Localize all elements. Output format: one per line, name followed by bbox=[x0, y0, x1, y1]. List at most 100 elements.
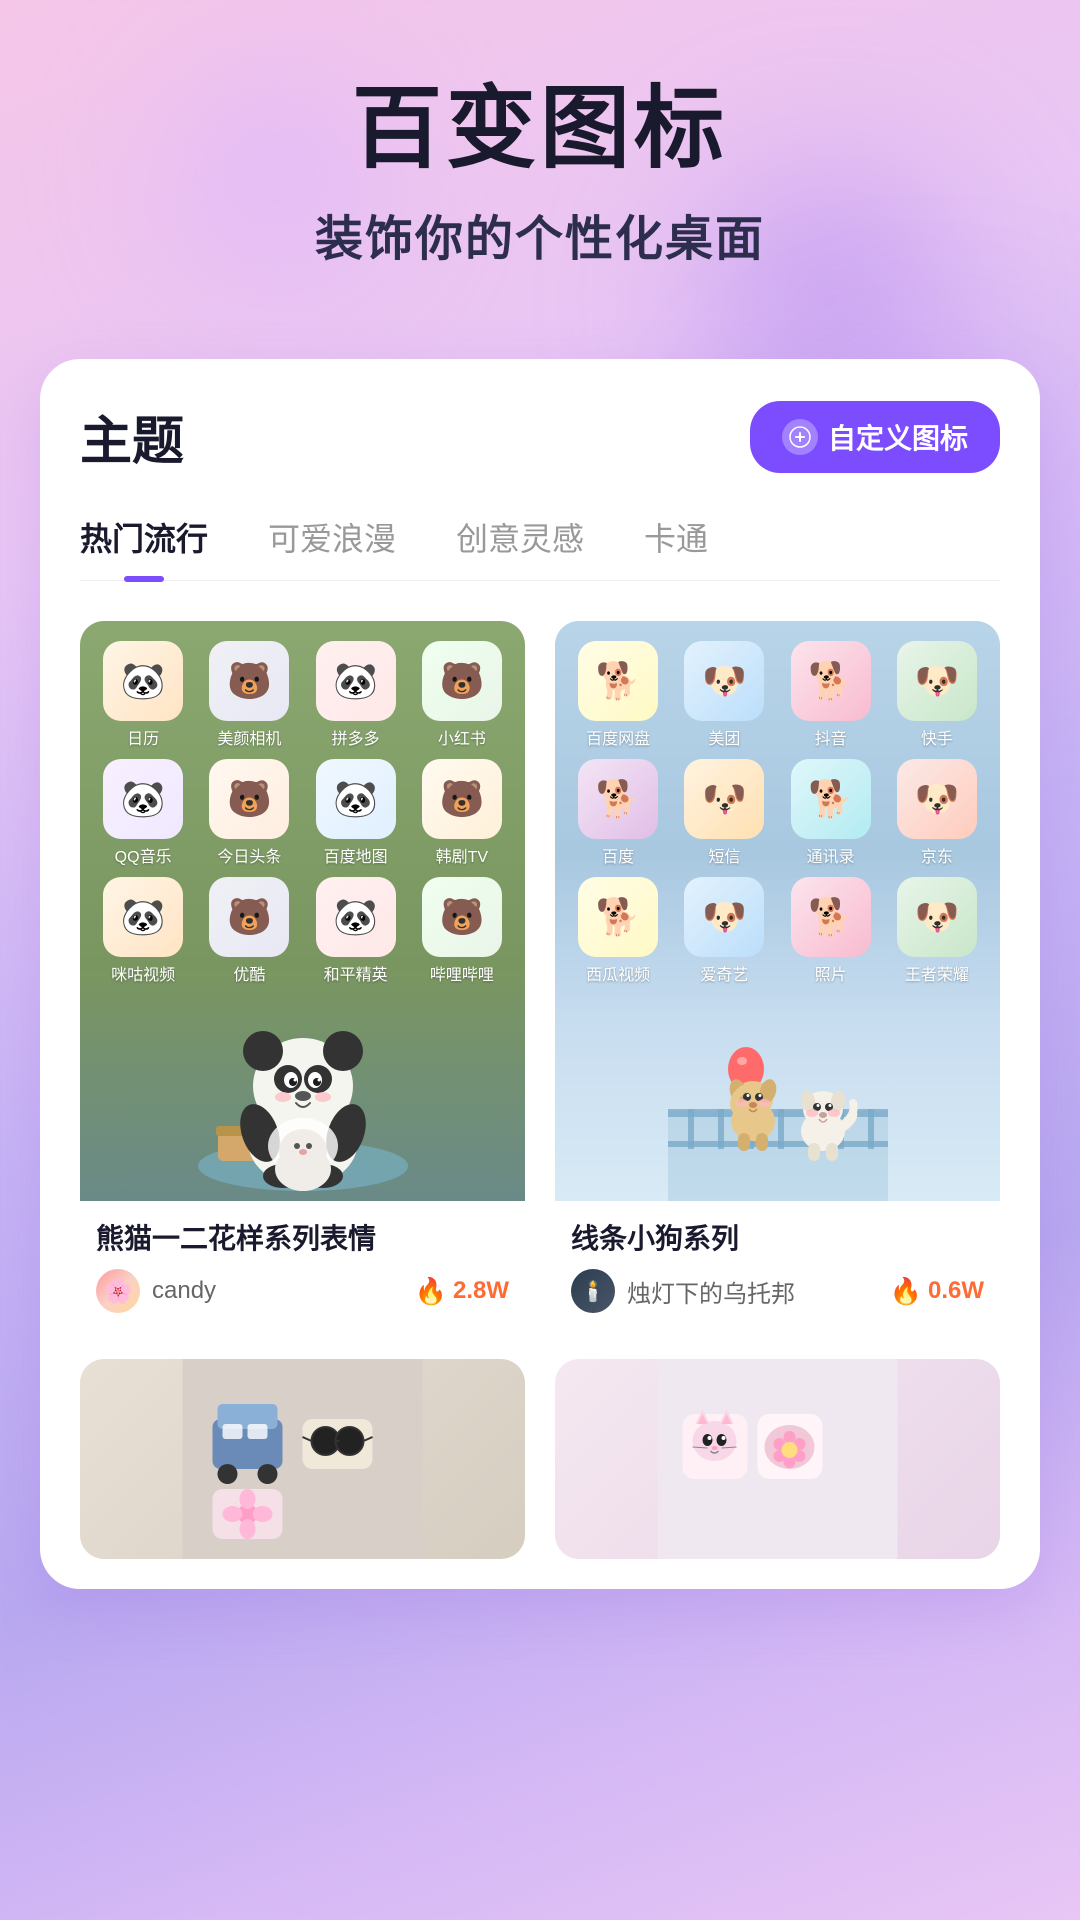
list-item: 🐼 拼多多 bbox=[308, 641, 404, 749]
app-label: 京东 bbox=[921, 843, 953, 867]
theme-card-panda[interactable]: 🐼 日历 🐻 美颜相机 🐼 拼多多 🐻 小红书 bbox=[80, 621, 525, 1329]
panda-app-icon-map: 🐼 bbox=[316, 759, 396, 839]
app-label: 日历 bbox=[127, 725, 159, 749]
theme-card-dog[interactable]: 🐕 百度网盘 🐶 美团 🐕 抖音 🐶 快手 bbox=[555, 621, 1000, 1329]
custom-icon-button[interactable]: 自定义图标 bbox=[750, 401, 1000, 473]
custom-icon-symbol bbox=[782, 419, 818, 455]
app-label: 韩剧TV bbox=[436, 843, 488, 867]
dog-hot-count: 0.6W bbox=[928, 1277, 984, 1305]
flame-icon: 🔥 bbox=[890, 1276, 922, 1307]
dog-author-name: 烛灯下的乌托邦 bbox=[627, 1274, 878, 1309]
tab-cute[interactable]: 可爱浪漫 bbox=[268, 514, 396, 580]
bottom-card-left[interactable] bbox=[80, 1359, 525, 1559]
app-label: 西瓜视频 bbox=[586, 961, 650, 985]
panda-app-icons: 🐼 日历 🐻 美颜相机 🐼 拼多多 🐻 小红书 bbox=[95, 641, 510, 985]
bottom-card-right[interactable] bbox=[555, 1359, 1000, 1559]
dog-app-icon-baidu2: 🐕 bbox=[578, 759, 658, 839]
list-item: 🐼 QQ音乐 bbox=[95, 759, 191, 867]
dog-app-icon-jd: 🐶 bbox=[897, 759, 977, 839]
panda-app-icon-peaceelite: 🐼 bbox=[316, 877, 396, 957]
list-item: 🐼 百度地图 bbox=[308, 759, 404, 867]
list-item: 🐶 爱奇艺 bbox=[676, 877, 772, 985]
list-item: 🐕 百度网盘 bbox=[570, 641, 666, 749]
panda-app-icon-xhs: 🐻 bbox=[422, 641, 502, 721]
category-tabs: 热门流行 可爱浪漫 创意灵感 卡通 bbox=[80, 514, 1000, 581]
bottom-preview-cards bbox=[80, 1359, 1000, 1589]
bottom-right-preview bbox=[555, 1359, 1000, 1559]
dog-characters bbox=[555, 1001, 1000, 1201]
main-card: 主题 自定义图标 热门流行 可爱浪漫 创意灵感 卡通 🐼 bbox=[40, 359, 1040, 1589]
list-item: 🐕 抖音 bbox=[783, 641, 879, 749]
app-label: 快手 bbox=[921, 725, 953, 749]
panda-app-icon-youku: 🐻 bbox=[209, 877, 289, 957]
tab-hot[interactable]: 热门流行 bbox=[80, 514, 208, 580]
app-label: 百度地图 bbox=[324, 843, 388, 867]
list-item: 🐶 快手 bbox=[889, 641, 985, 749]
dog-app-icon-baidu: 🐕 bbox=[578, 641, 658, 721]
app-label: 拼多多 bbox=[332, 725, 380, 749]
panda-app-icon-kdrama: 🐻 bbox=[422, 759, 502, 839]
panda-app-icon-pdd: 🐼 bbox=[316, 641, 396, 721]
themes-grid: 🐼 日历 🐻 美颜相机 🐼 拼多多 🐻 小红书 bbox=[80, 621, 1000, 1359]
app-label: 美颜相机 bbox=[217, 725, 281, 749]
dog-theme-meta: 🕯️ 烛灯下的乌托邦 🔥 0.6W bbox=[571, 1269, 984, 1313]
list-item: 🐕 通讯录 bbox=[783, 759, 879, 867]
dog-app-icon-douyin: 🐕 bbox=[791, 641, 871, 721]
panda-hot-count: 2.8W bbox=[453, 1277, 509, 1305]
list-item: 🐻 美颜相机 bbox=[201, 641, 297, 749]
app-label: 抖音 bbox=[815, 725, 847, 749]
app-label: QQ音乐 bbox=[115, 843, 172, 867]
dog-hot-badge: 🔥 0.6W bbox=[890, 1276, 984, 1307]
tab-cartoon[interactable]: 卡通 bbox=[644, 514, 708, 580]
app-label: 照片 bbox=[815, 961, 847, 985]
page-sub-title: 装饰你的个性化桌面 bbox=[60, 199, 1020, 269]
list-item: 🐶 美团 bbox=[676, 641, 772, 749]
list-item: 🐻 韩剧TV bbox=[414, 759, 510, 867]
list-item: 🐼 日历 bbox=[95, 641, 191, 749]
panda-theme-image: 🐼 日历 🐻 美颜相机 🐼 拼多多 🐻 小红书 bbox=[80, 621, 525, 1201]
app-label: 小红书 bbox=[438, 725, 486, 749]
dog-app-icon-sms: 🐶 bbox=[684, 759, 764, 839]
list-item: 🐶 京东 bbox=[889, 759, 985, 867]
tab-creative[interactable]: 创意灵感 bbox=[456, 514, 584, 580]
dog-app-icon-photos: 🐕 bbox=[791, 877, 871, 957]
app-label: 今日头条 bbox=[217, 843, 281, 867]
flame-icon: 🔥 bbox=[415, 1276, 447, 1307]
dog-app-icon-contacts: 🐕 bbox=[791, 759, 871, 839]
dog-app-icons: 🐕 百度网盘 🐶 美团 🐕 抖音 🐶 快手 bbox=[570, 641, 985, 985]
app-label: 百度 bbox=[602, 843, 634, 867]
app-label: 百度网盘 bbox=[586, 725, 650, 749]
app-label: 短信 bbox=[708, 843, 740, 867]
dog-app-icon-xigua: 🐕 bbox=[578, 877, 658, 957]
card-title: 主题 bbox=[80, 399, 184, 474]
avatar-icon: 🕯️ bbox=[571, 1269, 615, 1313]
dog-author-avatar: 🕯️ bbox=[571, 1269, 615, 1313]
panda-app-icon-toutiao: 🐻 bbox=[209, 759, 289, 839]
bottom-left-preview bbox=[80, 1359, 525, 1559]
app-label: 美团 bbox=[708, 725, 740, 749]
dog-theme-name: 线条小狗系列 bbox=[571, 1217, 984, 1257]
panda-app-icon-camera: 🐻 bbox=[209, 641, 289, 721]
panda-hot-badge: 🔥 2.8W bbox=[415, 1276, 509, 1307]
panda-app-icon-qq: 🐼 bbox=[103, 759, 183, 839]
panda-author-avatar: 🌸 bbox=[96, 1269, 140, 1313]
panda-app-icon-bili: 🐻 bbox=[422, 877, 502, 957]
dog-theme-image: 🐕 百度网盘 🐶 美团 🐕 抖音 🐶 快手 bbox=[555, 621, 1000, 1201]
list-item: 🐕 西瓜视频 bbox=[570, 877, 666, 985]
list-item: 🐶 短信 bbox=[676, 759, 772, 867]
dog-app-icon-kuaishou: 🐶 bbox=[897, 641, 977, 721]
list-item: 🐶 王者荣耀 bbox=[889, 877, 985, 985]
panda-theme-meta: 🌸 candy 🔥 2.8W bbox=[96, 1269, 509, 1313]
dog-app-icon-iqiyi: 🐶 bbox=[684, 877, 764, 957]
dog-theme-info: 线条小狗系列 🕯️ 烛灯下的乌托邦 🔥 0.6W bbox=[555, 1201, 1000, 1329]
panda-app-icon-migu: 🐼 bbox=[103, 877, 183, 957]
panda-character bbox=[80, 961, 525, 1201]
panda-app-icon-calendar: 🐼 bbox=[103, 641, 183, 721]
avatar-icon: 🌸 bbox=[96, 1269, 140, 1313]
panda-theme-info: 熊猫一二花样系列表情 🌸 candy 🔥 2.8W bbox=[80, 1201, 525, 1329]
list-item: 🐻 小红书 bbox=[414, 641, 510, 749]
dog-app-icon-wzry: 🐶 bbox=[897, 877, 977, 957]
list-item: 🐕 百度 bbox=[570, 759, 666, 867]
app-label: 爱奇艺 bbox=[700, 961, 748, 985]
dog-app-icon-meituan: 🐶 bbox=[684, 641, 764, 721]
